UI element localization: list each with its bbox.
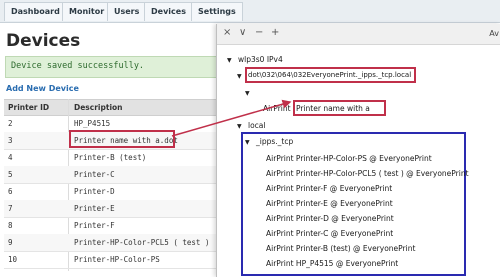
page-title: Devices [6, 31, 81, 51]
table-row[interactable]: 10 Printer-HP-Color-PS [4, 251, 240, 269]
cell-description: Printer-HP-Color-PS [74, 255, 160, 264]
cell-printer-id: 9 [8, 238, 13, 247]
service-tree: ▼ wlp3s0 IPv4 ▼ dot\032\064\032EveryoneP… [217, 45, 500, 277]
header-description[interactable]: Description [74, 103, 123, 112]
tree-node-service[interactable]: AirPrint Printer-C @ EveryonePrint [266, 229, 393, 238]
expand-arrow-icon[interactable]: ▼ [237, 73, 242, 80]
minimize-icon[interactable]: − [255, 27, 263, 38]
table-header: Printer ID Description [4, 99, 240, 116]
airprint-prefix[interactable]: AirPrint [263, 104, 291, 113]
window-titlebar: × ∨ − + Av [217, 24, 500, 45]
expand-arrow-icon[interactable]: ▼ [237, 123, 242, 130]
tab-monitor[interactable]: Monitor [62, 2, 112, 21]
tab-devices[interactable]: Devices [144, 2, 193, 21]
expand-arrow-icon[interactable]: ▼ [227, 57, 232, 64]
tree-node-service[interactable]: AirPrint Printer-F @ EveryonePrint [266, 184, 392, 193]
highlight-box-airprint-dot [293, 100, 386, 116]
highlight-box-table-row [69, 130, 175, 148]
tree-node-service[interactable]: AirPrint Printer-HP-Color-PCL5 ( test ) … [266, 169, 469, 178]
tree-node-service[interactable]: AirPrint Printer-D @ EveryonePrint [266, 214, 394, 223]
expand-arrow-icon[interactable]: ▼ [245, 139, 250, 146]
tree-node-service[interactable]: AirPrint Printer-E @ EveryonePrint [266, 199, 393, 208]
table-row[interactable]: 9 Printer-HP-Color-PCL5 ( test ) [4, 234, 240, 252]
cell-printer-id: 5 [8, 170, 13, 179]
tab-dashboard[interactable]: Dashboard [4, 2, 67, 21]
cell-printer-id: 7 [8, 204, 13, 213]
tab-users[interactable]: Users [107, 2, 147, 21]
tree-node-ipps[interactable]: _ipps._tcp [256, 137, 293, 146]
expand-arrow-icon[interactable]: ▼ [245, 90, 250, 97]
tab-settings[interactable]: Settings [191, 2, 243, 21]
tree-node-interface[interactable]: wlp3s0 IPv4 [238, 55, 283, 64]
cell-printer-id: 4 [8, 153, 13, 162]
cell-description: HP_P4515 [74, 119, 111, 128]
cell-description: Printer-F [74, 221, 115, 230]
top-navbar: Dashboard Monitor Users Devices Settings [0, 0, 500, 23]
cell-printer-id: 10 [8, 255, 18, 264]
window-title: Av [489, 29, 499, 38]
cell-description: Printer-HP-Color-PCL5 ( test ) [74, 238, 210, 247]
table-row[interactable]: 6 Printer-D [4, 183, 240, 201]
chevron-down-icon[interactable]: ∨ [239, 27, 246, 38]
tree-node-service[interactable]: AirPrint HP_P4515 @ EveryonePrint [266, 259, 398, 268]
cell-description: Printer-E [74, 204, 115, 213]
header-printer-id[interactable]: Printer ID [8, 103, 49, 112]
table-row[interactable]: 7 Printer-E [4, 200, 240, 218]
avahi-browser-window: × ∨ − + Av ▼ wlp3s0 IPv4 ▼ dot\032\064\0… [216, 24, 500, 277]
cell-printer-id: 6 [8, 187, 13, 196]
tree-node-service[interactable]: AirPrint Printer-B (test) @ EveryonePrin… [266, 244, 415, 253]
cell-description: Printer-B (test) [74, 153, 147, 162]
table-row[interactable]: 8 Printer-F [4, 217, 240, 235]
alert-text: Device saved successfully. [11, 61, 145, 71]
cell-printer-id: 8 [8, 221, 13, 230]
cell-description: Printer-D [74, 187, 115, 196]
close-icon[interactable]: × [223, 27, 231, 38]
cell-printer-id: 3 [8, 136, 13, 145]
maximize-icon[interactable]: + [271, 27, 279, 38]
success-alert: Device saved successfully. [5, 56, 242, 78]
cell-printer-id: 2 [8, 119, 13, 128]
table-row[interactable]: 4 Printer-B (test) [4, 149, 240, 167]
highlight-box-escaped-name [245, 67, 416, 83]
table-row[interactable]: 5 Printer-C [4, 166, 240, 184]
add-device-link[interactable]: Add New Device [6, 84, 79, 93]
tree-node-local[interactable]: local [248, 121, 265, 130]
tree-node-service[interactable]: AirPrint Printer-HP-Color-PS @ EveryoneP… [266, 154, 432, 163]
cell-description: Printer-C [74, 170, 115, 179]
